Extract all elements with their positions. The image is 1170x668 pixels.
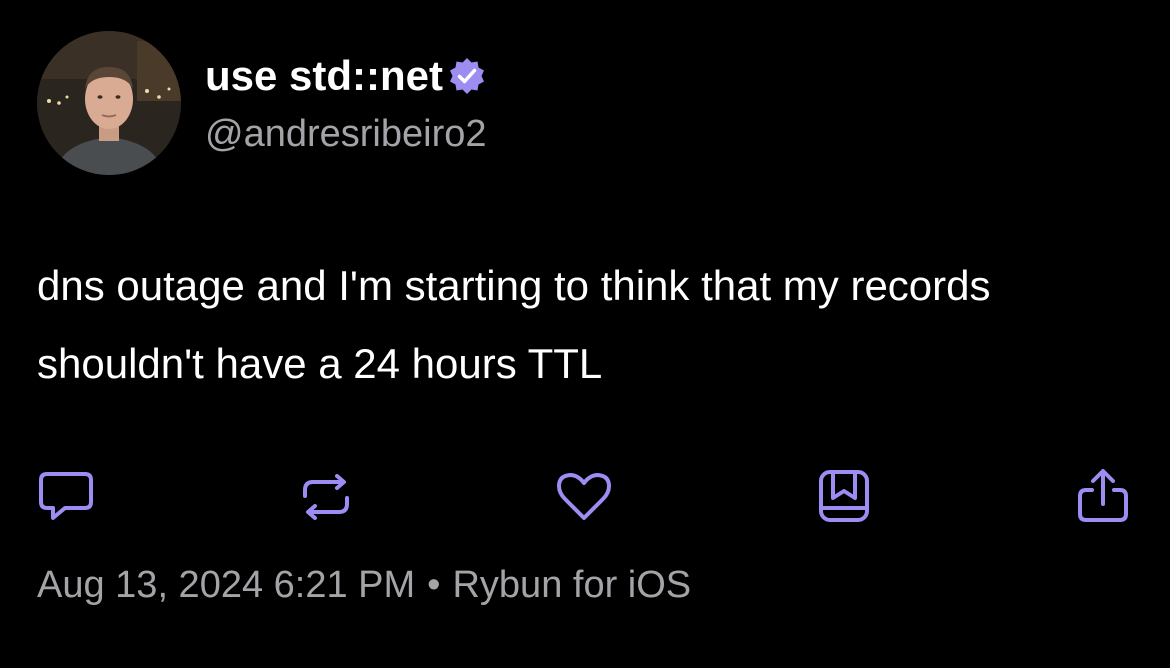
repost-arrows-icon xyxy=(303,474,349,520)
avatar-photo xyxy=(37,31,181,175)
author-display-name[interactable]: use std::net xyxy=(205,52,487,100)
display-name-text: use std::net xyxy=(205,52,444,99)
meta-separator: • xyxy=(427,564,441,606)
heart-icon xyxy=(557,473,611,520)
share-upload-icon xyxy=(1078,469,1128,522)
post-timestamp: Aug 13, 2024 6:21 PM xyxy=(37,564,416,606)
post-client[interactable]: Rybun for iOS xyxy=(452,564,691,606)
reply-button[interactable] xyxy=(36,467,96,527)
author-handle[interactable]: @andresribeiro2 xyxy=(205,112,487,156)
speech-bubble-icon xyxy=(39,472,93,520)
bookmark-button[interactable] xyxy=(814,467,874,527)
post-meta: Aug 13, 2024 6:21 PM • Rybun for iOS xyxy=(37,562,691,608)
verified-badge-icon xyxy=(447,56,487,96)
like-button[interactable] xyxy=(554,467,614,527)
repost-button[interactable] xyxy=(296,467,356,527)
share-button[interactable] xyxy=(1073,467,1133,527)
bookmark-icon xyxy=(819,470,869,522)
avatar[interactable] xyxy=(37,31,181,175)
post-text: dns outage and I'm starting to think tha… xyxy=(37,262,991,387)
